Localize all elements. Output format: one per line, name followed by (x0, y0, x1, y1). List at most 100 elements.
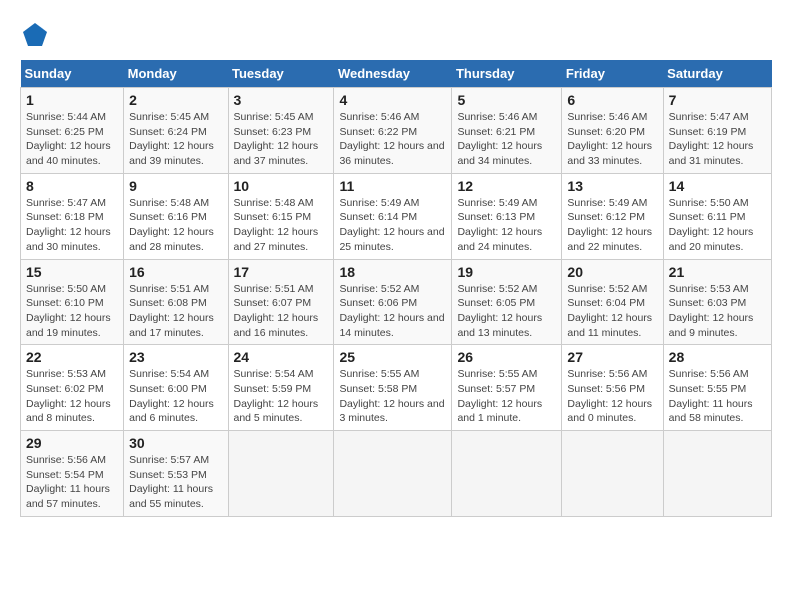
sunset-text: Sunset: 5:53 PM (129, 469, 207, 481)
sunrise-text: Sunrise: 5:51 AM (129, 283, 209, 295)
day-number: 7 (669, 92, 766, 108)
day-detail: Sunrise: 5:54 AM Sunset: 6:00 PM Dayligh… (129, 367, 222, 426)
sunset-text: Sunset: 5:58 PM (339, 383, 417, 395)
day-detail: Sunrise: 5:52 AM Sunset: 6:06 PM Dayligh… (339, 282, 446, 341)
calendar-table: SundayMondayTuesdayWednesdayThursdayFrid… (20, 60, 772, 517)
daylight-text: Daylight: 12 hours and 24 minutes. (457, 226, 542, 253)
sunset-text: Sunset: 6:07 PM (234, 297, 312, 309)
sunset-text: Sunset: 6:24 PM (129, 126, 207, 138)
day-detail: Sunrise: 5:49 AM Sunset: 6:13 PM Dayligh… (457, 196, 556, 255)
sunset-text: Sunset: 5:55 PM (669, 383, 747, 395)
day-detail: Sunrise: 5:46 AM Sunset: 6:21 PM Dayligh… (457, 110, 556, 169)
day-detail: Sunrise: 5:49 AM Sunset: 6:12 PM Dayligh… (567, 196, 657, 255)
calendar-cell: 21 Sunrise: 5:53 AM Sunset: 6:03 PM Dayl… (663, 259, 771, 345)
day-number: 5 (457, 92, 556, 108)
day-detail: Sunrise: 5:48 AM Sunset: 6:16 PM Dayligh… (129, 196, 222, 255)
calendar-cell: 11 Sunrise: 5:49 AM Sunset: 6:14 PM Dayl… (334, 173, 452, 259)
day-number: 19 (457, 264, 556, 280)
sunset-text: Sunset: 6:18 PM (26, 211, 104, 223)
sunrise-text: Sunrise: 5:45 AM (129, 111, 209, 123)
day-detail: Sunrise: 5:52 AM Sunset: 6:04 PM Dayligh… (567, 282, 657, 341)
daylight-text: Daylight: 12 hours and 30 minutes. (26, 226, 111, 253)
sunrise-text: Sunrise: 5:57 AM (129, 454, 209, 466)
calendar-cell: 23 Sunrise: 5:54 AM Sunset: 6:00 PM Dayl… (124, 345, 228, 431)
day-detail: Sunrise: 5:46 AM Sunset: 6:20 PM Dayligh… (567, 110, 657, 169)
column-header-tuesday: Tuesday (228, 60, 334, 88)
calendar-cell: 14 Sunrise: 5:50 AM Sunset: 6:11 PM Dayl… (663, 173, 771, 259)
calendar-cell: 12 Sunrise: 5:49 AM Sunset: 6:13 PM Dayl… (452, 173, 562, 259)
sunrise-text: Sunrise: 5:54 AM (234, 368, 314, 380)
day-number: 16 (129, 264, 222, 280)
day-detail: Sunrise: 5:49 AM Sunset: 6:14 PM Dayligh… (339, 196, 446, 255)
column-header-wednesday: Wednesday (334, 60, 452, 88)
calendar-cell: 4 Sunrise: 5:46 AM Sunset: 6:22 PM Dayli… (334, 88, 452, 174)
sunrise-text: Sunrise: 5:52 AM (567, 283, 647, 295)
sunrise-text: Sunrise: 5:56 AM (26, 454, 106, 466)
sunrise-text: Sunrise: 5:51 AM (234, 283, 314, 295)
sunrise-text: Sunrise: 5:53 AM (669, 283, 749, 295)
daylight-text: Daylight: 12 hours and 3 minutes. (339, 398, 444, 425)
sunrise-text: Sunrise: 5:56 AM (669, 368, 749, 380)
day-number: 12 (457, 178, 556, 194)
calendar-cell: 5 Sunrise: 5:46 AM Sunset: 6:21 PM Dayli… (452, 88, 562, 174)
column-header-sunday: Sunday (21, 60, 124, 88)
daylight-text: Daylight: 12 hours and 40 minutes. (26, 140, 111, 167)
day-detail: Sunrise: 5:44 AM Sunset: 6:25 PM Dayligh… (26, 110, 118, 169)
day-number: 20 (567, 264, 657, 280)
daylight-text: Daylight: 12 hours and 1 minute. (457, 398, 542, 425)
sunset-text: Sunset: 6:00 PM (129, 383, 207, 395)
daylight-text: Daylight: 12 hours and 5 minutes. (234, 398, 319, 425)
day-number: 18 (339, 264, 446, 280)
calendar-cell: 30 Sunrise: 5:57 AM Sunset: 5:53 PM Dayl… (124, 431, 228, 517)
sunrise-text: Sunrise: 5:48 AM (129, 197, 209, 209)
calendar-cell: 25 Sunrise: 5:55 AM Sunset: 5:58 PM Dayl… (334, 345, 452, 431)
daylight-text: Daylight: 12 hours and 39 minutes. (129, 140, 214, 167)
sunset-text: Sunset: 6:16 PM (129, 211, 207, 223)
daylight-text: Daylight: 12 hours and 31 minutes. (669, 140, 754, 167)
daylight-text: Daylight: 12 hours and 34 minutes. (457, 140, 542, 167)
sunset-text: Sunset: 6:10 PM (26, 297, 104, 309)
daylight-text: Daylight: 12 hours and 17 minutes. (129, 312, 214, 339)
sunrise-text: Sunrise: 5:44 AM (26, 111, 106, 123)
calendar-cell: 18 Sunrise: 5:52 AM Sunset: 6:06 PM Dayl… (334, 259, 452, 345)
calendar-week-row: 29 Sunrise: 5:56 AM Sunset: 5:54 PM Dayl… (21, 431, 772, 517)
day-number: 1 (26, 92, 118, 108)
sunset-text: Sunset: 6:02 PM (26, 383, 104, 395)
sunrise-text: Sunrise: 5:46 AM (567, 111, 647, 123)
day-number: 13 (567, 178, 657, 194)
day-number: 15 (26, 264, 118, 280)
day-detail: Sunrise: 5:56 AM Sunset: 5:56 PM Dayligh… (567, 367, 657, 426)
logo (20, 20, 54, 50)
sunset-text: Sunset: 6:11 PM (669, 211, 746, 223)
daylight-text: Daylight: 12 hours and 6 minutes. (129, 398, 214, 425)
day-detail: Sunrise: 5:51 AM Sunset: 6:07 PM Dayligh… (234, 282, 329, 341)
column-header-friday: Friday (562, 60, 663, 88)
calendar-cell (334, 431, 452, 517)
day-detail: Sunrise: 5:55 AM Sunset: 5:58 PM Dayligh… (339, 367, 446, 426)
day-number: 24 (234, 349, 329, 365)
daylight-text: Daylight: 12 hours and 37 minutes. (234, 140, 319, 167)
day-detail: Sunrise: 5:51 AM Sunset: 6:08 PM Dayligh… (129, 282, 222, 341)
sunset-text: Sunset: 5:56 PM (567, 383, 645, 395)
day-number: 26 (457, 349, 556, 365)
sunset-text: Sunset: 6:25 PM (26, 126, 104, 138)
sunrise-text: Sunrise: 5:45 AM (234, 111, 314, 123)
day-detail: Sunrise: 5:52 AM Sunset: 6:05 PM Dayligh… (457, 282, 556, 341)
logo-icon (20, 20, 50, 50)
day-number: 9 (129, 178, 222, 194)
sunrise-text: Sunrise: 5:50 AM (26, 283, 106, 295)
column-header-monday: Monday (124, 60, 228, 88)
calendar-cell: 24 Sunrise: 5:54 AM Sunset: 5:59 PM Dayl… (228, 345, 334, 431)
day-detail: Sunrise: 5:47 AM Sunset: 6:19 PM Dayligh… (669, 110, 766, 169)
day-number: 4 (339, 92, 446, 108)
sunrise-text: Sunrise: 5:48 AM (234, 197, 314, 209)
day-detail: Sunrise: 5:56 AM Sunset: 5:55 PM Dayligh… (669, 367, 766, 426)
calendar-cell: 15 Sunrise: 5:50 AM Sunset: 6:10 PM Dayl… (21, 259, 124, 345)
calendar-cell (452, 431, 562, 517)
calendar-cell (663, 431, 771, 517)
calendar-cell: 9 Sunrise: 5:48 AM Sunset: 6:16 PM Dayli… (124, 173, 228, 259)
sunset-text: Sunset: 6:08 PM (129, 297, 207, 309)
sunrise-text: Sunrise: 5:52 AM (457, 283, 537, 295)
sunrise-text: Sunrise: 5:49 AM (339, 197, 419, 209)
sunrise-text: Sunrise: 5:55 AM (339, 368, 419, 380)
